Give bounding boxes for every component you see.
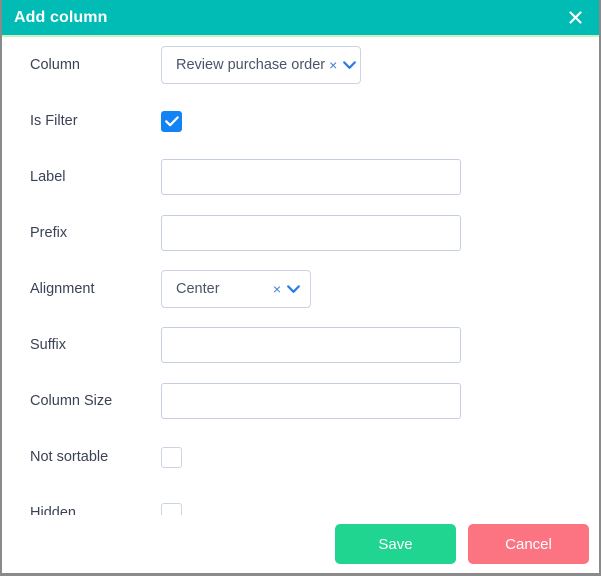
control-label bbox=[161, 159, 599, 195]
clear-icon[interactable]: × bbox=[269, 282, 287, 296]
field-row-column: Column Review purchase order × bbox=[2, 37, 599, 93]
dialog-footer: Save Cancel bbox=[2, 515, 599, 573]
field-row-prefix: Prefix bbox=[2, 205, 599, 261]
not-sortable-checkbox[interactable] bbox=[161, 446, 182, 468]
control-alignment: Center × bbox=[161, 270, 599, 308]
chevron-down-icon[interactable] bbox=[343, 60, 360, 70]
label-not-sortable: Not sortable bbox=[30, 448, 109, 465]
field-row-alignment: Alignment Center × bbox=[2, 261, 599, 317]
column-select-value: Review purchase order bbox=[176, 56, 326, 73]
label-column-size: Column Size bbox=[30, 392, 113, 409]
dialog-title: Add column bbox=[14, 8, 108, 26]
field-row-not-sortable: Not sortable bbox=[2, 429, 599, 485]
alignment-select-value: Center bbox=[176, 280, 220, 297]
field-row-suffix: Suffix bbox=[2, 317, 599, 373]
control-column: Review purchase order × bbox=[161, 46, 599, 84]
control-column-size bbox=[161, 383, 599, 419]
prefix-input[interactable] bbox=[161, 215, 461, 251]
dialog-body: Column Review purchase order × Is Filter bbox=[2, 37, 599, 524]
label-label: Label bbox=[30, 168, 66, 185]
field-row-column-size: Column Size bbox=[2, 373, 599, 429]
control-suffix bbox=[161, 327, 599, 363]
label-prefix: Prefix bbox=[30, 224, 68, 241]
label-alignment: Alignment bbox=[30, 280, 95, 297]
control-prefix bbox=[161, 215, 599, 251]
chevron-down-icon[interactable] bbox=[287, 284, 304, 294]
save-button[interactable]: Save bbox=[335, 524, 456, 564]
column-select[interactable]: Review purchase order × bbox=[161, 46, 361, 84]
dialog-header: Add column bbox=[2, 0, 599, 37]
clear-icon[interactable]: × bbox=[325, 58, 343, 72]
label-column: Column bbox=[30, 56, 80, 73]
cancel-button[interactable]: Cancel bbox=[468, 524, 589, 564]
close-icon[interactable] bbox=[564, 7, 586, 29]
control-is-filter bbox=[161, 110, 599, 132]
field-row-is-filter: Is Filter bbox=[2, 93, 599, 149]
field-row-label: Label bbox=[2, 149, 599, 205]
alignment-select[interactable]: Center × bbox=[161, 270, 311, 308]
label-is-filter: Is Filter bbox=[30, 112, 78, 129]
suffix-input[interactable] bbox=[161, 327, 461, 363]
add-column-dialog: Add column Column Review purchase order … bbox=[0, 0, 601, 576]
label-suffix: Suffix bbox=[30, 336, 67, 353]
column-size-input[interactable] bbox=[161, 383, 461, 419]
control-not-sortable bbox=[161, 446, 599, 468]
label-input[interactable] bbox=[161, 159, 461, 195]
is-filter-checkbox[interactable] bbox=[161, 110, 182, 132]
